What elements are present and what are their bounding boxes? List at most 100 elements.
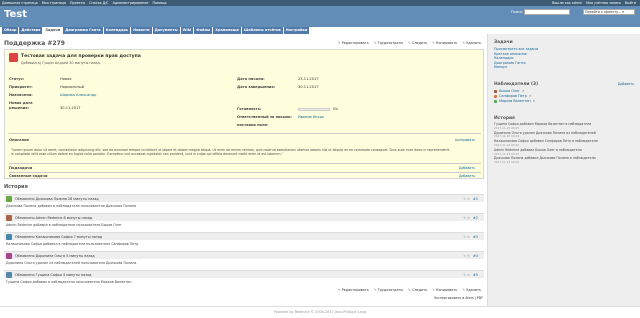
sidebar-link-gantt[interactable]: Диаграмма Ганта bbox=[494, 61, 634, 65]
top-menu-ds-list-link[interactable]: Список Д/С bbox=[89, 1, 108, 5]
tab-7[interactable]: Wiki bbox=[180, 27, 194, 34]
responsible-label: Ответственный за письмо: bbox=[237, 115, 292, 119]
delete-link[interactable]: Удалить bbox=[462, 288, 481, 292]
journal-number[interactable]: #3 bbox=[473, 235, 478, 239]
contextual-top: Редактировать Трудозатраты Следить Копир… bbox=[338, 41, 481, 45]
tab-2[interactable]: Задачи bbox=[43, 27, 63, 34]
watch-link[interactable]: Следить bbox=[408, 288, 427, 292]
contextual-bottom: Редактировать Трудозатраты Следить Копир… bbox=[338, 288, 481, 292]
edit-link[interactable]: Редактировать bbox=[338, 288, 369, 292]
edit-delete-icon[interactable]: ✎ ✕ bbox=[463, 254, 470, 258]
top-menu-help-link[interactable]: Помощь bbox=[152, 1, 166, 5]
description-text: "Lorem ipsum dolor sit amet, consectetur… bbox=[11, 148, 450, 157]
delete-link[interactable]: Удалить bbox=[462, 41, 481, 45]
top-menu-admin-link[interactable]: Администрирование bbox=[113, 1, 149, 5]
log-time-link[interactable]: Трудозатраты bbox=[374, 41, 403, 45]
sidebar-link-summary[interactable]: Краткое описание bbox=[494, 52, 634, 56]
journal-entry: Обновлено Калашникова Софья 7 минуты наз… bbox=[4, 232, 484, 240]
divider bbox=[9, 163, 481, 164]
issue-author-line: Добавил(а) Гущин Андрей 30 минуты назад. bbox=[21, 61, 101, 65]
start-date-value: 23.11.2017 bbox=[298, 77, 319, 81]
journal-entry: Обновлено Admin Redmine 8 минуты назад ✎ … bbox=[4, 213, 484, 221]
search-label: Поиск: bbox=[511, 10, 524, 14]
chevron-down-icon: ▾ bbox=[622, 10, 624, 14]
delete-icon[interactable]: ✕ bbox=[533, 99, 536, 103]
avatar bbox=[6, 253, 12, 259]
tab-8[interactable]: Файлы bbox=[194, 27, 213, 34]
edit-delete-icon[interactable]: ✎ ✕ bbox=[463, 216, 470, 220]
sidebar-link-all-issues[interactable]: Просмотреть все задачи bbox=[494, 47, 634, 51]
watcher-link[interactable]: Марков Валентин bbox=[499, 99, 531, 103]
tab-0[interactable]: Обзор bbox=[2, 27, 19, 34]
due-date-value: 30.11.2017 bbox=[298, 85, 319, 89]
top-menu-home-link[interactable]: Домашняя страница bbox=[2, 1, 38, 5]
journal-entry: Обновлено Доронина Ольга 5 минуты назад ✎… bbox=[4, 251, 484, 259]
project-jump-select[interactable]: Перейти к проекту... ▾ bbox=[583, 9, 635, 15]
watcher-link[interactable]: Быков Олег bbox=[499, 89, 520, 93]
avatar bbox=[6, 272, 12, 278]
sidebar-tasks-title: Задачи bbox=[494, 40, 513, 45]
tab-10[interactable]: Шаблоны отчётов bbox=[241, 27, 283, 34]
journal-number[interactable]: #4 bbox=[473, 254, 478, 258]
tab-5[interactable]: Новости bbox=[131, 27, 152, 34]
avatar bbox=[494, 94, 497, 98]
responsible-value[interactable]: Иванов Игорь bbox=[298, 115, 324, 119]
copy-link[interactable]: Копировать bbox=[432, 288, 457, 292]
journal-title: Обновлено Калашникова Софья 7 минуты наз… bbox=[15, 235, 103, 239]
priority-value: Нормальный bbox=[60, 85, 85, 89]
search-input[interactable] bbox=[524, 9, 570, 15]
status-value: Новая bbox=[60, 77, 72, 81]
journal-number[interactable]: #1 bbox=[473, 197, 478, 201]
tab-1[interactable]: Действия bbox=[19, 27, 43, 34]
sidebar-link-import[interactable]: Импорт bbox=[494, 65, 634, 69]
assignee-value[interactable]: Шарова Александр bbox=[60, 93, 96, 97]
journal-number[interactable]: #5 bbox=[473, 273, 478, 277]
edit-delete-icon[interactable]: ✎ ✕ bbox=[463, 235, 470, 239]
copy-link[interactable]: Копировать bbox=[432, 41, 457, 45]
tab-4[interactable]: Календарь bbox=[103, 27, 131, 34]
add-watcher-link[interactable]: Добавить bbox=[618, 82, 634, 87]
delete-icon[interactable]: ✕ bbox=[529, 94, 532, 98]
sidebar: Задачи Просмотреть все задачи Краткое оп… bbox=[488, 34, 640, 306]
divider bbox=[9, 172, 481, 173]
watcher-link[interactable]: Сапфиров Петр bbox=[499, 94, 527, 98]
journal-detail: Доронина Ольга удалил из наблюдателей по… bbox=[6, 261, 137, 265]
add-relation-link[interactable]: Добавить bbox=[459, 174, 475, 178]
sidebar-history-item: Калашникова Софья добавил Сапфиров Петр … bbox=[494, 139, 634, 148]
sidebar-history-list: Гущина Софья добавил Марков Валентин в н… bbox=[494, 122, 634, 165]
journal-entry: Обновлено Дьячкова Полина 28 минуты наза… bbox=[4, 194, 484, 202]
log-time-link[interactable]: Трудозатраты bbox=[374, 288, 403, 292]
done-ratio-bar bbox=[298, 108, 330, 111]
done-ratio-label: Готовность: bbox=[237, 107, 262, 111]
logout-link[interactable]: Выйти bbox=[625, 1, 636, 5]
project-jump-label: Перейти к проекту... bbox=[585, 10, 622, 14]
journal-number[interactable]: #2 bbox=[473, 216, 478, 220]
my-account-link[interactable]: Моя учётная запись bbox=[586, 1, 621, 5]
delete-icon[interactable]: ✕ bbox=[522, 89, 525, 93]
tab-6[interactable]: Документы bbox=[152, 27, 180, 34]
delivery-field-label: поставки поле: bbox=[237, 123, 269, 127]
issue-subject: Тестовая задача для проверки прав доступ… bbox=[21, 54, 141, 59]
export-links[interactable]: Экспортировать в Atom | PDF bbox=[434, 296, 483, 300]
watch-link[interactable]: Следить bbox=[408, 41, 427, 45]
tab-3[interactable]: Диаграмма Ганта bbox=[63, 27, 103, 34]
tab-11[interactable]: Настройки bbox=[283, 27, 310, 34]
tab-9[interactable]: Хранилище bbox=[213, 27, 241, 34]
new-due-date-value: 30.11.2017 bbox=[60, 106, 81, 110]
sidebar-tasks: Задачи Просмотреть все задачи Краткое оп… bbox=[494, 40, 634, 70]
sidebar-history-title: История bbox=[494, 116, 515, 121]
top-menu-my-page-link[interactable]: Моя страница bbox=[42, 1, 66, 5]
avatar bbox=[9, 53, 18, 62]
sidebar-link-calendar[interactable]: Календарь bbox=[494, 56, 634, 60]
watcher-item: Быков Олег ✕ bbox=[494, 89, 634, 93]
journal-title: Обновлено Гущина Софья 4 минуты назад bbox=[15, 273, 92, 277]
edit-delete-icon[interactable]: ✎ ✕ bbox=[463, 197, 470, 201]
add-subtask-link[interactable]: Добавить bbox=[459, 166, 475, 170]
quote-button[interactable]: Цитировать bbox=[455, 138, 475, 142]
history-title: История bbox=[4, 184, 28, 190]
main-menu: Обзор Действия Задачи Диаграмма Ганта Календ… bbox=[2, 27, 310, 34]
top-menu-projects-link[interactable]: Проекты bbox=[70, 1, 85, 5]
edit-link[interactable]: Редактировать bbox=[338, 41, 369, 45]
edit-delete-icon[interactable]: ✎ ✕ bbox=[463, 273, 470, 277]
priority-label: Приоритет: bbox=[9, 85, 33, 89]
